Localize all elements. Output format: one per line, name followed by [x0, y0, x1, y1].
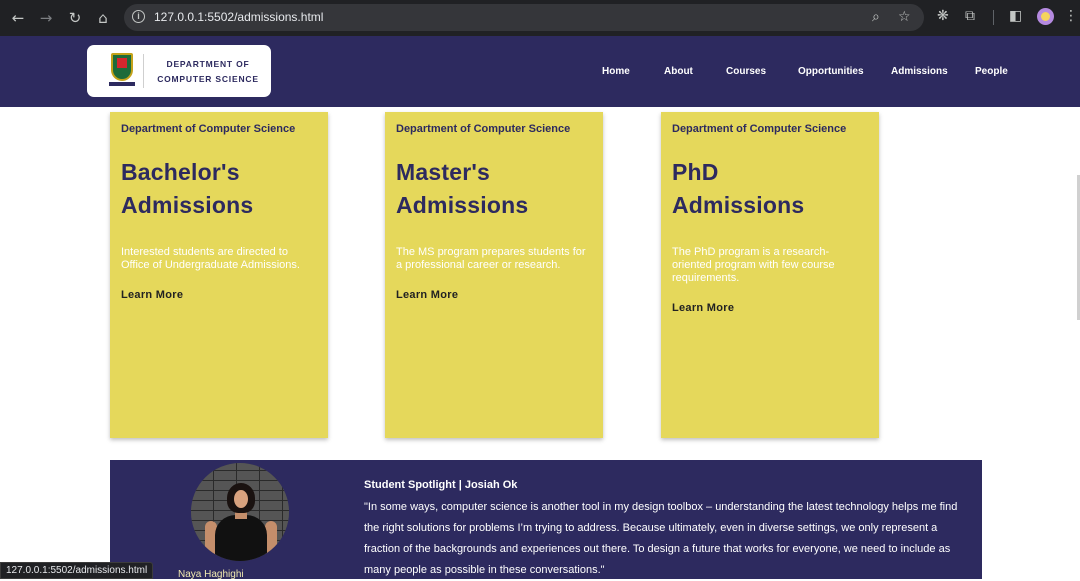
- profile-avatar[interactable]: [1037, 8, 1054, 25]
- bachelors-admissions-card: Department of Computer Science Bachelor'…: [110, 112, 328, 438]
- nav-about[interactable]: About: [664, 66, 693, 77]
- logo-divider: [143, 54, 144, 88]
- spotlight-title: Student Spotlight | Josiah Ok: [364, 479, 518, 491]
- student-spotlight: Naya Haghighi Student Spotlight | Josiah…: [110, 460, 982, 580]
- spotlight-quote: "In some ways, computer science is anoth…: [364, 501, 958, 576]
- back-arrow-icon[interactable]: ←: [8, 8, 28, 28]
- card-title: Master's Admissions: [396, 156, 592, 222]
- learn-more-link[interactable]: Learn More: [396, 289, 592, 301]
- logo-line-1: DEPARTMENT OF: [166, 59, 250, 69]
- card-title-line-1: PhD: [672, 159, 719, 185]
- puzzle-icon[interactable]: ⧉: [965, 8, 975, 24]
- logo-text: DEPARTMENT OF COMPUTER SCIENCE: [149, 57, 267, 87]
- nav-courses[interactable]: Courses: [726, 66, 766, 77]
- phd-admissions-card: Department of Computer Science PhD Admis…: [661, 112, 879, 438]
- nav-admissions[interactable]: Admissions: [891, 66, 948, 77]
- card-title-line-2: Admissions: [672, 192, 805, 218]
- nav-people[interactable]: People: [975, 66, 1008, 77]
- learn-more-link[interactable]: Learn More: [121, 289, 317, 301]
- card-title-line-2: Admissions: [121, 192, 254, 218]
- star-icon[interactable]: ☆: [898, 9, 911, 25]
- masters-admissions-card: Department of Computer Science Master's …: [385, 112, 603, 438]
- photo-caption: Naya Haghighi: [178, 569, 244, 580]
- status-bar-url: 127.0.0.1:5502/admissions.html: [0, 562, 154, 579]
- card-description: Interested students are directed to Offi…: [121, 246, 300, 271]
- logo-line-2: COMPUTER SCIENCE: [157, 74, 259, 84]
- card-eyebrow: Department of Computer Science: [121, 123, 296, 135]
- student-photo: [191, 463, 289, 561]
- url-text[interactable]: 127.0.0.1:5502/admissions.html: [154, 10, 323, 24]
- card-title: PhD Admissions: [672, 156, 868, 222]
- extension-icon[interactable]: ❋: [937, 8, 949, 24]
- site-header: DEPARTMENT OF COMPUTER SCIENCE Home Abou…: [0, 36, 1080, 107]
- reload-icon[interactable]: ↻: [65, 8, 85, 28]
- nav-opportunities[interactable]: Opportunities: [798, 66, 864, 77]
- side-panel-icon[interactable]: ◧: [1009, 8, 1022, 24]
- card-description: The PhD program is a research-oriented p…: [672, 246, 835, 284]
- card-eyebrow: Department of Computer Science: [672, 123, 847, 135]
- nav-home[interactable]: Home: [602, 66, 630, 77]
- card-title-line-1: Master's: [396, 159, 491, 185]
- learn-more-link[interactable]: Learn More: [672, 302, 868, 314]
- site-info-icon[interactable]: i: [132, 10, 145, 23]
- department-logo[interactable]: DEPARTMENT OF COMPUTER SCIENCE: [87, 45, 271, 97]
- card-title: Bachelor's Admissions: [121, 156, 317, 222]
- crest-icon: [109, 53, 135, 87]
- zoom-icon[interactable]: ⌕: [872, 9, 880, 25]
- card-title-line-2: Admissions: [396, 192, 529, 218]
- address-bar[interactable]: i 127.0.0.1:5502/admissions.html ⌕ ☆: [124, 4, 924, 31]
- home-icon[interactable]: ⌂: [93, 8, 113, 28]
- kebab-menu-icon[interactable]: ⋮: [1064, 8, 1078, 24]
- card-title-line-1: Bachelor's: [121, 159, 240, 185]
- browser-toolbar: ← → ↻ ⌂ i 127.0.0.1:5502/admissions.html…: [0, 0, 1080, 36]
- toolbar-divider: [993, 10, 994, 25]
- forward-arrow-icon[interactable]: →: [36, 8, 56, 28]
- card-description: The MS program prepares students for a p…: [396, 246, 586, 271]
- card-eyebrow: Department of Computer Science: [396, 123, 571, 135]
